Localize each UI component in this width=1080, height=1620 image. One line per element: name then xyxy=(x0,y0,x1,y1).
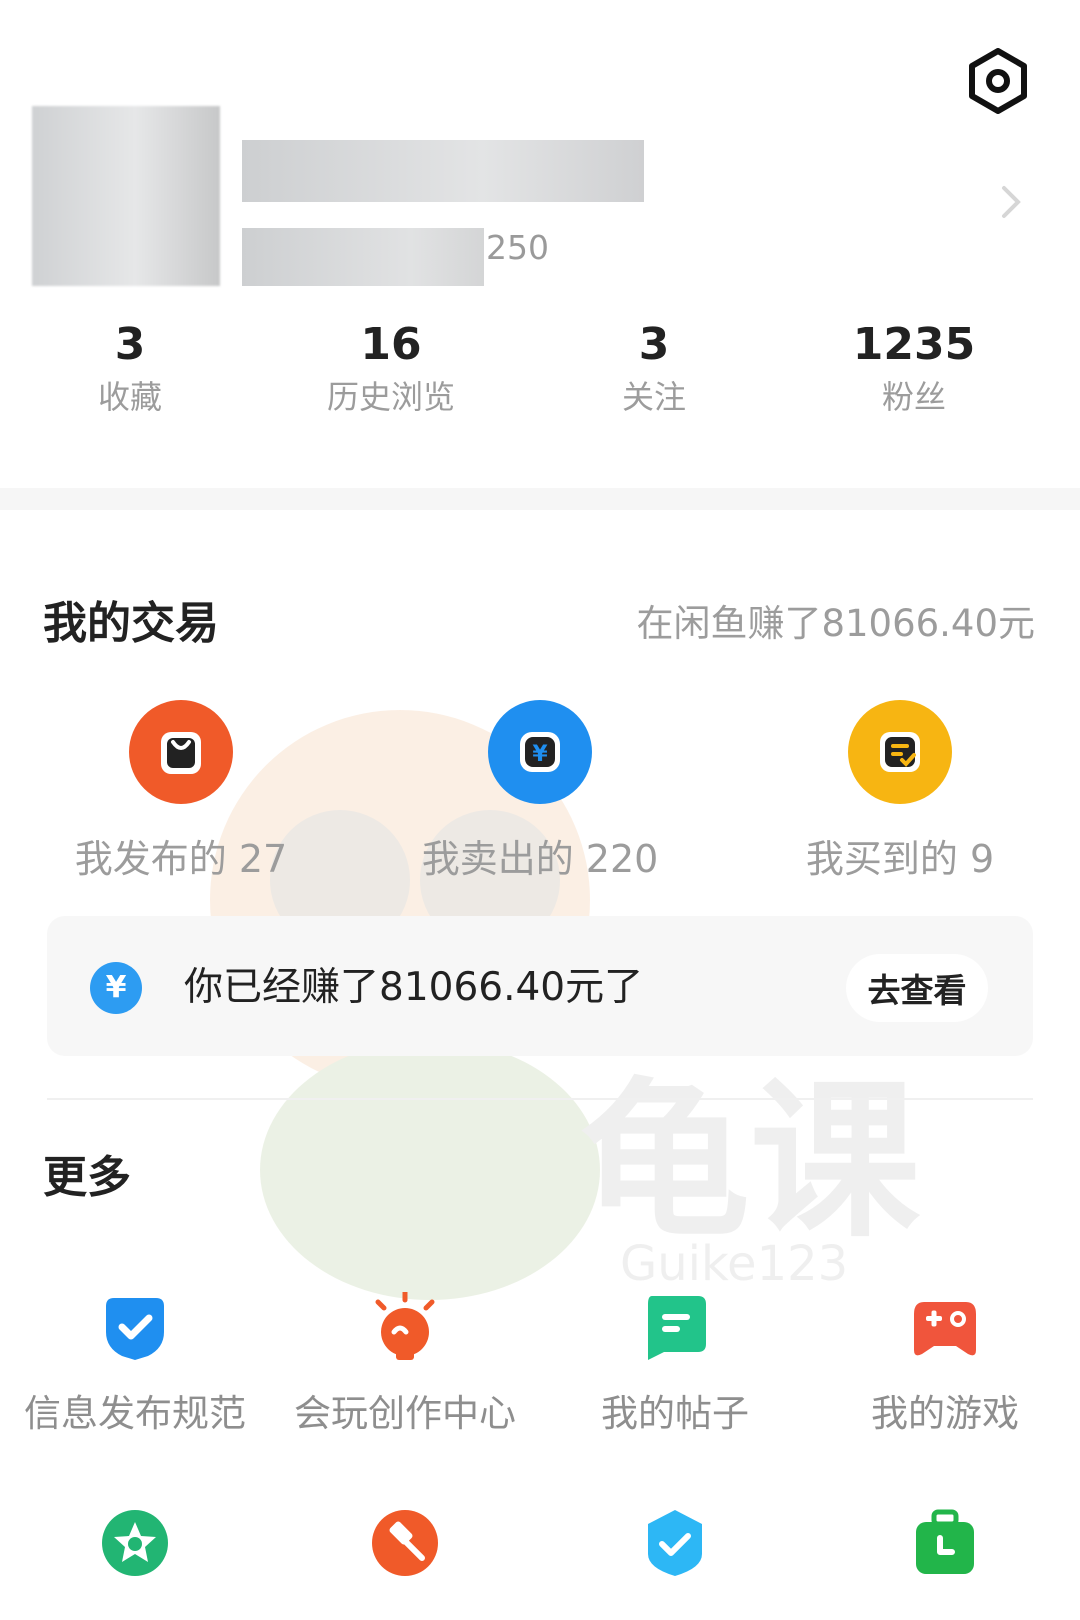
more-item-my-posts[interactable]: 我的帖子 xyxy=(540,1292,810,1438)
stat-favorites-value: 3 xyxy=(114,319,146,370)
stat-favorites-label: 收藏 xyxy=(97,378,162,416)
stat-fans[interactable]: 1235 粉丝 xyxy=(814,318,1014,420)
settings-button[interactable] xyxy=(965,48,1031,114)
section-divider xyxy=(0,488,1080,510)
stat-fans-value: 1235 xyxy=(852,319,976,370)
svg-text:¥: ¥ xyxy=(532,742,548,767)
more-item-posting-rules[interactable]: 信息发布规范 xyxy=(0,1292,270,1438)
stat-fans-label: 粉丝 xyxy=(881,378,946,416)
earned-summary[interactable]: 在闲鱼赚了81066.40元 xyxy=(636,600,1035,648)
trade-bought-label: 我买到的 9 xyxy=(805,837,995,881)
more-item-label: 会玩创作中心 xyxy=(294,1392,516,1435)
lightbulb-icon xyxy=(375,1292,435,1360)
more-item-label: 我的帖子 xyxy=(601,1392,749,1435)
trade-published-label: 我发布的 27 xyxy=(74,837,288,881)
more-item-label: 我的游戏 xyxy=(871,1392,1019,1435)
star-badge-icon[interactable] xyxy=(100,1508,170,1578)
gamepad-icon xyxy=(914,1302,976,1356)
trade-bought[interactable]: 我买到的 9 xyxy=(740,700,1060,884)
yuan-icon: ¥ xyxy=(488,700,592,804)
chevron-right-icon[interactable] xyxy=(996,180,1026,224)
trade-sold-label: 我卖出的 220 xyxy=(421,837,659,881)
check-shield-icon xyxy=(106,1298,164,1360)
earned-banner-text: 你已经赚了81066.40元了 xyxy=(184,965,644,1010)
auction-hammer-icon[interactable] xyxy=(370,1508,440,1578)
yuan-coin-icon: ¥ xyxy=(90,962,142,1014)
more-item-label: 信息发布规范 xyxy=(24,1392,246,1435)
stat-following[interactable]: 3 关注 xyxy=(554,318,754,420)
stat-history-label: 历史浏览 xyxy=(326,378,455,416)
more-item-creator-center[interactable]: 会玩创作中心 xyxy=(270,1292,540,1438)
view-earnings-button[interactable]: 去查看 xyxy=(846,954,988,1022)
stat-following-label: 关注 xyxy=(621,378,686,416)
settings-hexagon-icon xyxy=(969,48,1027,114)
more-section-title: 更多 xyxy=(43,1152,131,1203)
watermark-brand: 龟课 xyxy=(580,1063,920,1261)
bag-icon xyxy=(129,700,233,804)
username-blurred xyxy=(242,140,644,202)
briefcase-clock-icon[interactable] xyxy=(910,1508,980,1578)
user-subinfo-blurred xyxy=(242,228,484,286)
order-check-icon xyxy=(848,700,952,804)
stat-history-value: 16 xyxy=(360,319,422,370)
trade-section-title: 我的交易 xyxy=(43,598,219,649)
post-icon xyxy=(648,1296,706,1360)
trade-sold[interactable]: ¥ 我卖出的 220 xyxy=(380,700,700,884)
more-item-my-games[interactable]: 我的游戏 xyxy=(810,1292,1080,1438)
stat-history[interactable]: 16 历史浏览 xyxy=(291,318,491,420)
user-level-number: 250 xyxy=(486,228,549,267)
trade-published[interactable]: 我发布的 27 xyxy=(21,700,341,884)
stat-following-value: 3 xyxy=(638,319,670,370)
verified-icon[interactable] xyxy=(640,1508,710,1578)
stat-favorites[interactable]: 3 收藏 xyxy=(30,318,230,420)
avatar[interactable] xyxy=(32,106,220,286)
watermark-site: Guike123 xyxy=(620,1236,848,1292)
thin-divider xyxy=(47,1098,1033,1100)
